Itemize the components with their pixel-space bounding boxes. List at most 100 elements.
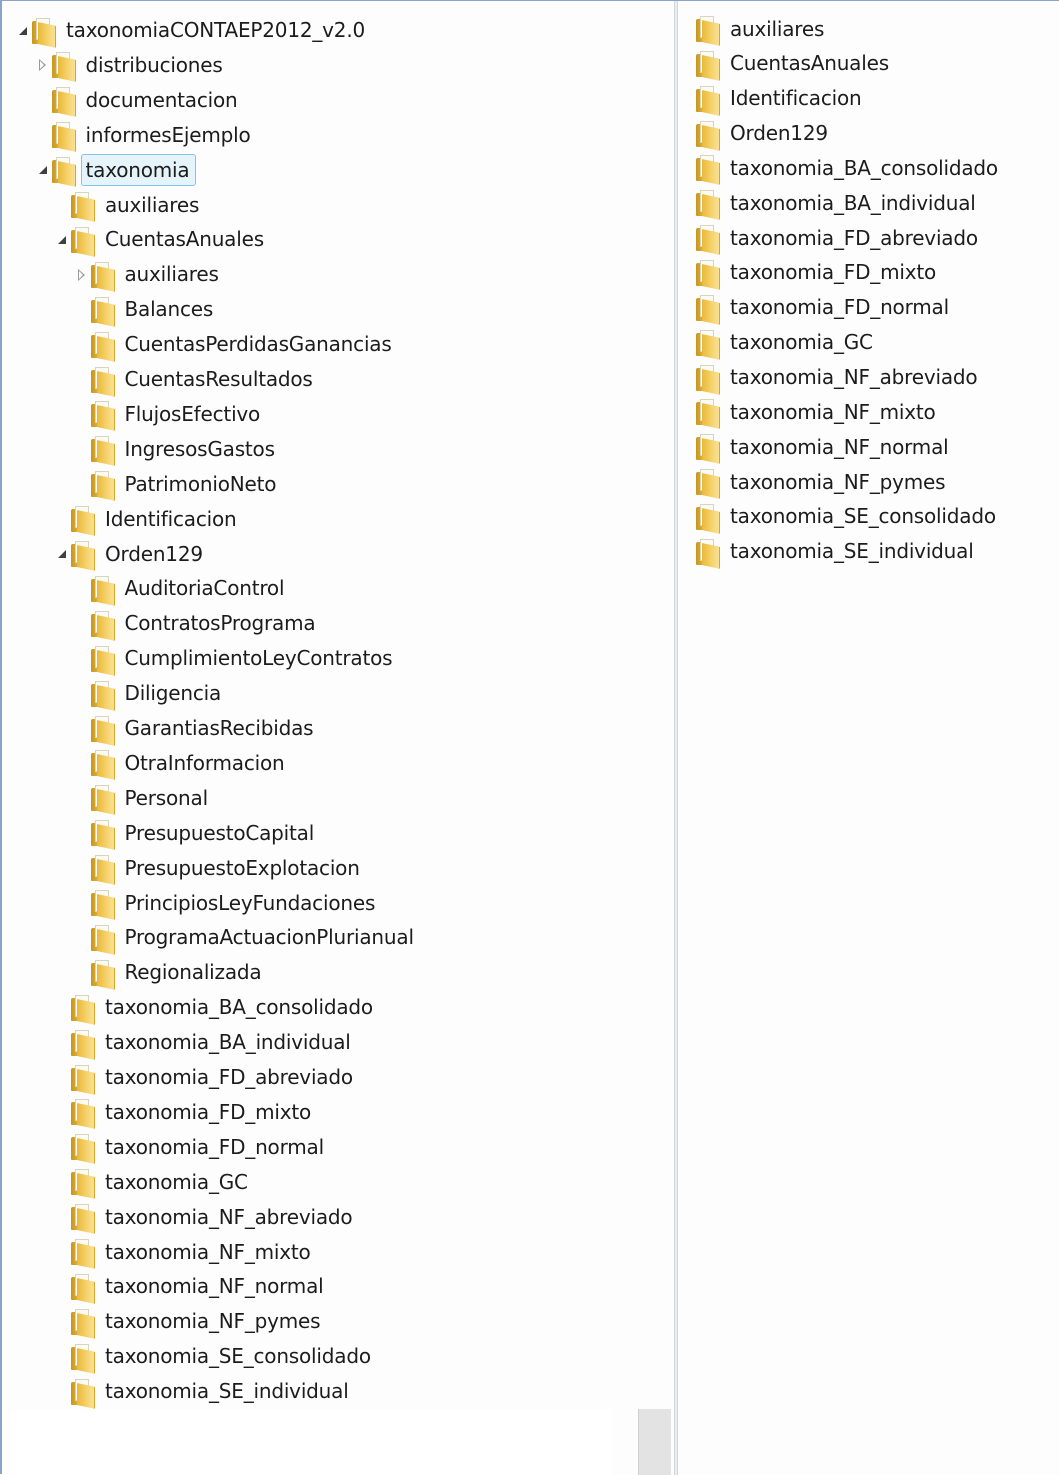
content-list-item[interactable]: taxonomia_NF_normal (696, 430, 949, 465)
tree-item-label: auxiliares (105, 192, 200, 217)
folder-contents-pane[interactable]: auxiliares CuentasAnuales Identificacion Or… (678, 1, 1059, 1475)
tree-item-label: CuentasResultados (124, 367, 313, 391)
tree-item[interactable]: taxonomia_BA_consolidado (53, 990, 373, 1025)
content-list-item-label: taxonomia_FD_abreviado (730, 225, 978, 250)
content-list-item[interactable]: CuentasAnuales (696, 46, 889, 81)
tree-item[interactable]: ProgramaActuacionPlurianual (73, 920, 414, 955)
tree-item-label: auxiliares (124, 262, 219, 287)
tree-item[interactable]: Identificacion (53, 502, 237, 537)
tree-item-label: taxonomia (80, 154, 197, 187)
tree-item-label: Diligencia (124, 681, 222, 706)
folder-icon (696, 225, 720, 255)
tree-item[interactable]: taxonomiaCONTAEP2012_v2.0 (14, 13, 365, 48)
tree-item[interactable]: taxonomia_GC (53, 1165, 248, 1200)
tree-item[interactable]: taxonomia_FD_mixto (53, 1095, 311, 1130)
tree-item[interactable]: CuentasResultados (73, 362, 313, 397)
tree-item[interactable]: taxonomia_NF_abreviado (53, 1200, 353, 1235)
tree-item-label: Regionalizada (124, 960, 262, 985)
content-list-item-label: taxonomia_BA_individual (730, 190, 976, 215)
content-list-item[interactable]: taxonomia_GC (696, 325, 873, 360)
tree-item[interactable]: Orden129 (53, 537, 203, 572)
tree-item[interactable]: taxonomia (34, 153, 197, 188)
expanded-arrow-icon[interactable] (53, 537, 71, 572)
content-list-item-label: taxonomia_NF_pymes (730, 469, 946, 494)
folder-icon (71, 192, 95, 222)
tree-item[interactable]: auxiliares (73, 257, 219, 292)
tree-item[interactable]: distribuciones (34, 48, 223, 83)
tree-item[interactable]: Personal (73, 781, 208, 816)
folder-icon (696, 503, 720, 534)
tree-item[interactable]: ContratosPrograma (73, 606, 316, 641)
content-list-item-label: taxonomia_FD_normal (730, 295, 949, 320)
tree-item[interactable]: taxonomia_NF_normal (53, 1269, 324, 1304)
tree-item[interactable]: Regionalizada (73, 955, 262, 990)
folder-icon (71, 541, 95, 571)
tree-item[interactable]: taxonomia_NF_pymes (53, 1304, 321, 1339)
folder-icon (90, 855, 115, 885)
tree-item[interactable]: Diligencia (73, 676, 222, 711)
folder-icon (90, 401, 115, 432)
collapsed-arrow-icon[interactable] (34, 48, 52, 83)
content-list-item[interactable]: Orden129 (696, 116, 828, 151)
tree-item[interactable]: Balances (73, 292, 213, 327)
tree-item[interactable]: IngresosGastos (73, 432, 275, 467)
tree-item[interactable]: taxonomia_SE_consolidado (53, 1339, 371, 1374)
tree-item-label: taxonomiaCONTAEP2012_v2.0 (66, 18, 366, 42)
folder-icon (696, 190, 720, 221)
content-list-item[interactable]: taxonomia_SE_individual (696, 534, 974, 569)
collapsed-arrow-icon[interactable] (73, 257, 91, 292)
folder-icon (90, 575, 115, 606)
tree-item[interactable]: CuentasAnuales (53, 222, 264, 257)
tree-item[interactable]: PrincipiosLeyFundaciones (73, 886, 375, 921)
tree-item[interactable]: PatrimonioNeto (73, 467, 276, 502)
tree-item[interactable]: CumplimientoLeyContratos (73, 641, 393, 676)
tree-item-label: informesEjemplo (85, 122, 251, 147)
folder-icon (71, 1273, 95, 1304)
tree-item[interactable]: documentacion (34, 83, 238, 118)
tree-item[interactable]: CuentasPerdidasGanancias (73, 327, 392, 362)
tree-item[interactable]: GarantiasRecibidas (73, 711, 314, 746)
content-list-item[interactable]: taxonomia_SE_consolidado (696, 499, 996, 534)
tree-item[interactable]: OtraInformacion (73, 746, 285, 781)
folder-icon (696, 399, 720, 430)
tree-item[interactable]: FlujosEfectivo (73, 397, 260, 432)
content-list-item[interactable]: taxonomia_FD_mixto (696, 255, 936, 290)
content-list-item[interactable]: Identificacion (696, 81, 862, 116)
content-list-item[interactable]: auxiliares (696, 12, 824, 47)
folder-icon (90, 471, 115, 502)
tree-item[interactable]: taxonomia_BA_individual (53, 1025, 351, 1060)
tree-item[interactable]: informesEjemplo (34, 118, 251, 153)
tree-item[interactable]: AuditoriaControl (73, 571, 285, 606)
tree-item-label: Personal (124, 785, 209, 810)
content-list-item[interactable]: taxonomia_NF_mixto (696, 395, 936, 430)
navigation-tree-pane[interactable]: taxonomiaCONTAEP2012_v2.0 distribuciones d… (4, 1, 674, 1475)
tree-item-label: taxonomia_NF_pymes (105, 1309, 321, 1334)
content-list-item[interactable]: taxonomia_NF_abreviado (696, 360, 978, 395)
expanded-arrow-icon[interactable] (34, 153, 52, 188)
folder-icon (696, 434, 720, 465)
tree-item[interactable]: taxonomia_SE_individual (53, 1374, 349, 1409)
content-list-item[interactable]: taxonomia_FD_normal (696, 290, 949, 325)
content-list-item[interactable]: taxonomia_BA_consolidado (696, 151, 998, 186)
content-list-item[interactable]: taxonomia_BA_individual (696, 186, 976, 221)
tree-item[interactable]: PresupuestoCapital (73, 816, 314, 851)
tree-item[interactable]: taxonomia_NF_mixto (53, 1235, 311, 1270)
content-list-item[interactable]: taxonomia_FD_abreviado (696, 221, 978, 256)
expanded-arrow-icon[interactable] (14, 13, 32, 48)
tree-item[interactable]: auxiliares (53, 188, 199, 223)
tree-item[interactable]: PresupuestoExplotacion (73, 851, 360, 886)
content-list-item-label: taxonomia_NF_normal (730, 434, 949, 459)
expanded-arrow-icon[interactable] (53, 222, 71, 257)
tree-item-label: ContratosPrograma (124, 611, 316, 636)
tree-item[interactable]: taxonomia_FD_abreviado (53, 1060, 353, 1095)
content-list-item[interactable]: taxonomia_NF_pymes (696, 465, 946, 500)
tree-item[interactable]: taxonomia_FD_normal (53, 1130, 324, 1165)
